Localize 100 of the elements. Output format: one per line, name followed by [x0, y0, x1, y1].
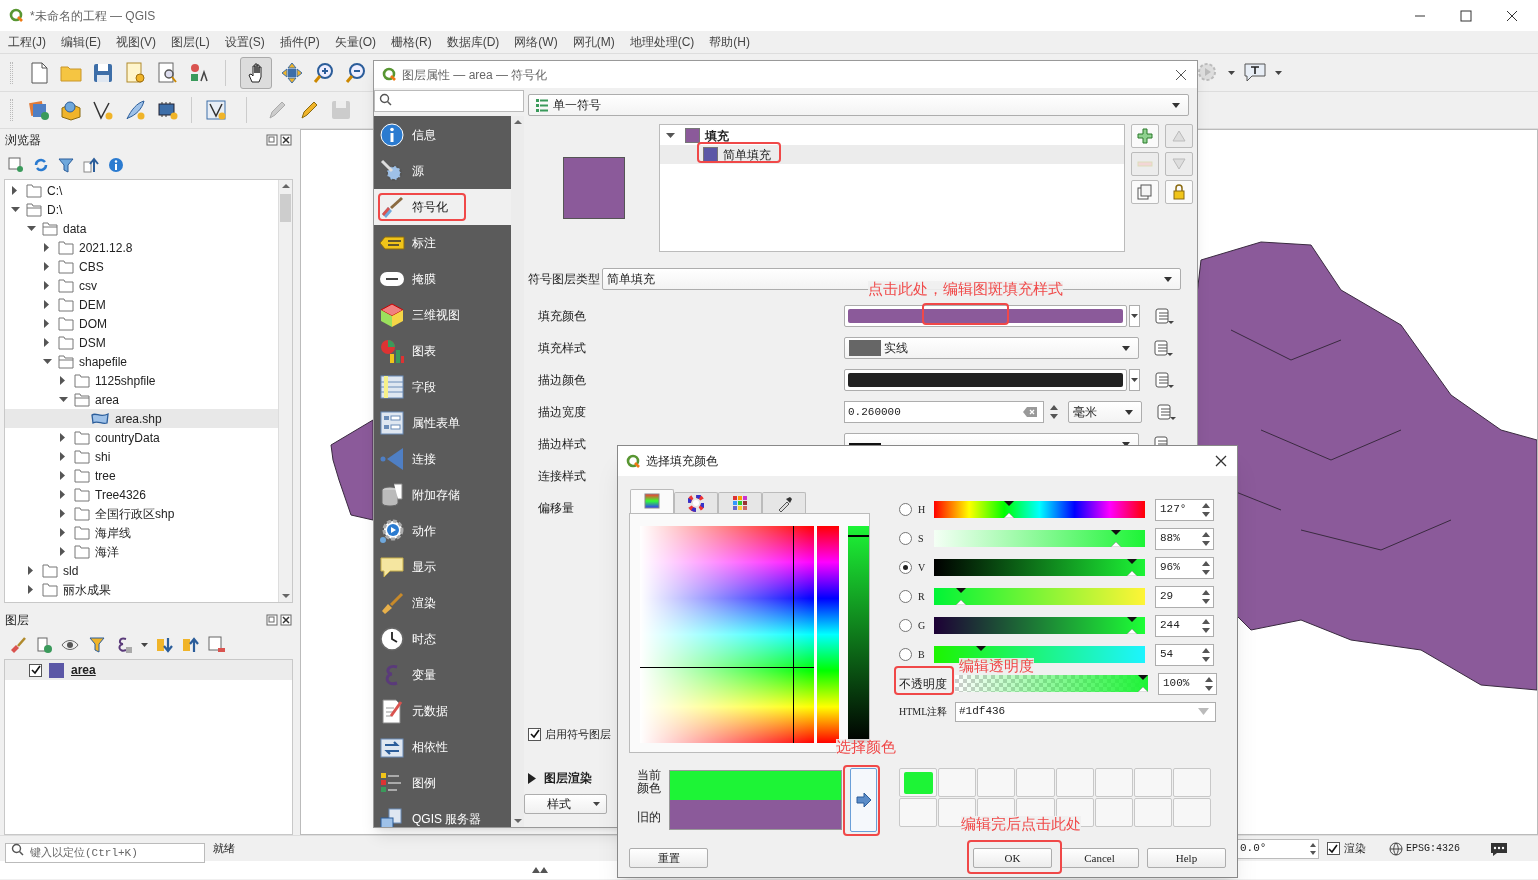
tree-item[interactable]: countryData — [5, 428, 278, 447]
tree-item[interactable]: area — [5, 390, 278, 409]
tree-item[interactable]: csv — [5, 276, 278, 295]
scrollbar[interactable] — [511, 116, 524, 827]
swatch-slot[interactable] — [1055, 768, 1094, 797]
globe-icon[interactable] — [1388, 840, 1404, 857]
clear-icon[interactable] — [1023, 407, 1037, 417]
tree-item[interactable]: C:\ — [5, 181, 278, 200]
expand-arrow-icon[interactable] — [12, 186, 18, 195]
close-icon[interactable] — [280, 614, 292, 626]
expand-arrow-icon[interactable] — [44, 281, 50, 290]
expand-arrow-icon[interactable] — [60, 376, 66, 385]
expand-arrow-icon[interactable] — [44, 300, 50, 309]
nav-item[interactable]: 动作 — [374, 513, 511, 549]
tree-item[interactable]: data — [5, 219, 278, 238]
menu-item[interactable]: 工程(J) — [5, 33, 49, 51]
tree-item[interactable]: shapefile — [5, 352, 278, 371]
tree-item[interactable]: 全国行政区shp — [5, 504, 278, 523]
swatch-slot[interactable] — [899, 768, 938, 797]
tab[interactable] — [630, 489, 674, 513]
collapse-arrow-icon[interactable] — [42, 358, 52, 365]
move-arrows-icon[interactable] — [280, 60, 304, 85]
swatch-slot[interactable] — [1094, 768, 1133, 797]
swatch-slot[interactable] — [1133, 768, 1172, 797]
swatch-slot[interactable] — [977, 768, 1016, 797]
nav-item[interactable]: 显示 — [374, 549, 511, 585]
menu-item[interactable]: 编辑(E) — [58, 33, 104, 51]
expand-arrow-icon[interactable] — [44, 262, 50, 271]
expand-arrow-icon[interactable] — [28, 566, 34, 575]
nav-item[interactable]: 时态 — [374, 621, 511, 657]
render-checkbox[interactable] — [1327, 842, 1340, 855]
expand-arrow-icon[interactable] — [60, 490, 66, 499]
symbol-layer-item[interactable]: 简单填充 — [660, 145, 1125, 164]
layers-add-icon[interactable] — [27, 98, 51, 122]
slider-track[interactable] — [934, 501, 1145, 518]
zoom-out-icon[interactable] — [344, 60, 368, 85]
layer-row[interactable]: area — [5, 660, 292, 680]
add-button[interactable] — [1131, 124, 1160, 148]
dialog-button[interactable]: OK — [973, 848, 1052, 868]
radio-button[interactable] — [899, 590, 912, 603]
expand-arrow-icon[interactable] — [528, 772, 536, 784]
expand-arrow-icon[interactable] — [44, 243, 50, 252]
spin-box[interactable]: 88% — [1155, 527, 1214, 550]
radio-button[interactable] — [899, 619, 912, 632]
polygon-edit-icon[interactable] — [204, 98, 228, 122]
document-magnifier-icon[interactable] — [155, 60, 179, 85]
globe-box-icon[interactable] — [59, 98, 83, 122]
slider-track[interactable] — [934, 588, 1145, 605]
tree-item[interactable]: shi — [5, 447, 278, 466]
dropdown-button[interactable] — [1129, 305, 1140, 327]
expand-arrow-icon[interactable] — [60, 509, 66, 518]
spin-box[interactable]: 100% — [1158, 672, 1217, 695]
slider-track[interactable] — [934, 559, 1145, 576]
tree-item[interactable]: 1125shpfile — [5, 371, 278, 390]
slider-thumb[interactable] — [1004, 501, 1015, 518]
tree-item[interactable]: DSM — [5, 333, 278, 352]
spin-box[interactable]: 96% — [1155, 556, 1214, 579]
swatch-slot[interactable] — [1094, 798, 1133, 827]
menu-item[interactable]: 地理处理(C) — [626, 33, 698, 51]
tree-item[interactable]: 海洋 — [5, 542, 278, 561]
slider-thumb[interactable] — [956, 588, 967, 605]
nav-item[interactable]: 图例 — [374, 765, 511, 801]
scrollbar[interactable] — [278, 180, 292, 602]
maximize-icon[interactable] — [1458, 7, 1474, 24]
nav-item[interactable]: 图表 — [374, 333, 511, 369]
filter-icon[interactable] — [58, 157, 74, 173]
data-defined-icon[interactable] — [1154, 307, 1176, 325]
expand-arrow-icon[interactable] — [44, 319, 50, 328]
slider-track[interactable] — [934, 617, 1145, 634]
tree-item[interactable]: DOM — [5, 314, 278, 333]
nav-item[interactable]: 标注 — [374, 225, 511, 261]
style-button[interactable]: 样式 — [524, 794, 607, 814]
tree-item[interactable]: Tree4326 — [5, 485, 278, 504]
dialog-button[interactable]: 重置 — [629, 848, 708, 868]
brush-icon[interactable] — [9, 636, 27, 654]
spin-box[interactable]: 244 — [1155, 614, 1214, 637]
collapse-arrow-icon[interactable] — [10, 206, 20, 213]
tree-item[interactable]: sld — [5, 561, 278, 580]
menu-item[interactable]: 设置(S) — [221, 33, 268, 51]
refresh-icon[interactable] — [33, 157, 49, 173]
arrows-icon[interactable] — [531, 865, 549, 875]
locator-field[interactable]: 键入以定位(Ctrl+K) — [5, 842, 205, 863]
nav-item[interactable]: 源 — [374, 153, 511, 189]
data-defined-icon[interactable] — [1153, 339, 1175, 357]
menu-item[interactable]: 数据库(D) — [443, 33, 503, 51]
document-gear-icon[interactable] — [123, 60, 147, 85]
nav-item[interactable]: 渲染 — [374, 585, 511, 621]
caret-icon[interactable] — [141, 643, 148, 647]
nav-item[interactable]: 连接 — [374, 441, 511, 477]
nav-item[interactable]: 元数据 — [374, 693, 511, 729]
tab[interactable] — [762, 492, 806, 513]
spin-box[interactable]: 127° — [1155, 498, 1214, 521]
tree-item[interactable]: area.shp — [5, 409, 278, 428]
menu-item[interactable]: 矢量(O) — [331, 33, 379, 51]
radio-button[interactable] — [899, 503, 912, 516]
caret-icon[interactable] — [1275, 70, 1282, 75]
add-group-icon[interactable] — [35, 636, 53, 654]
menu-item[interactable]: 帮助(H) — [706, 33, 753, 51]
nav-item[interactable]: 三维视图 — [374, 297, 511, 333]
expand-all-icon[interactable] — [156, 636, 174, 654]
